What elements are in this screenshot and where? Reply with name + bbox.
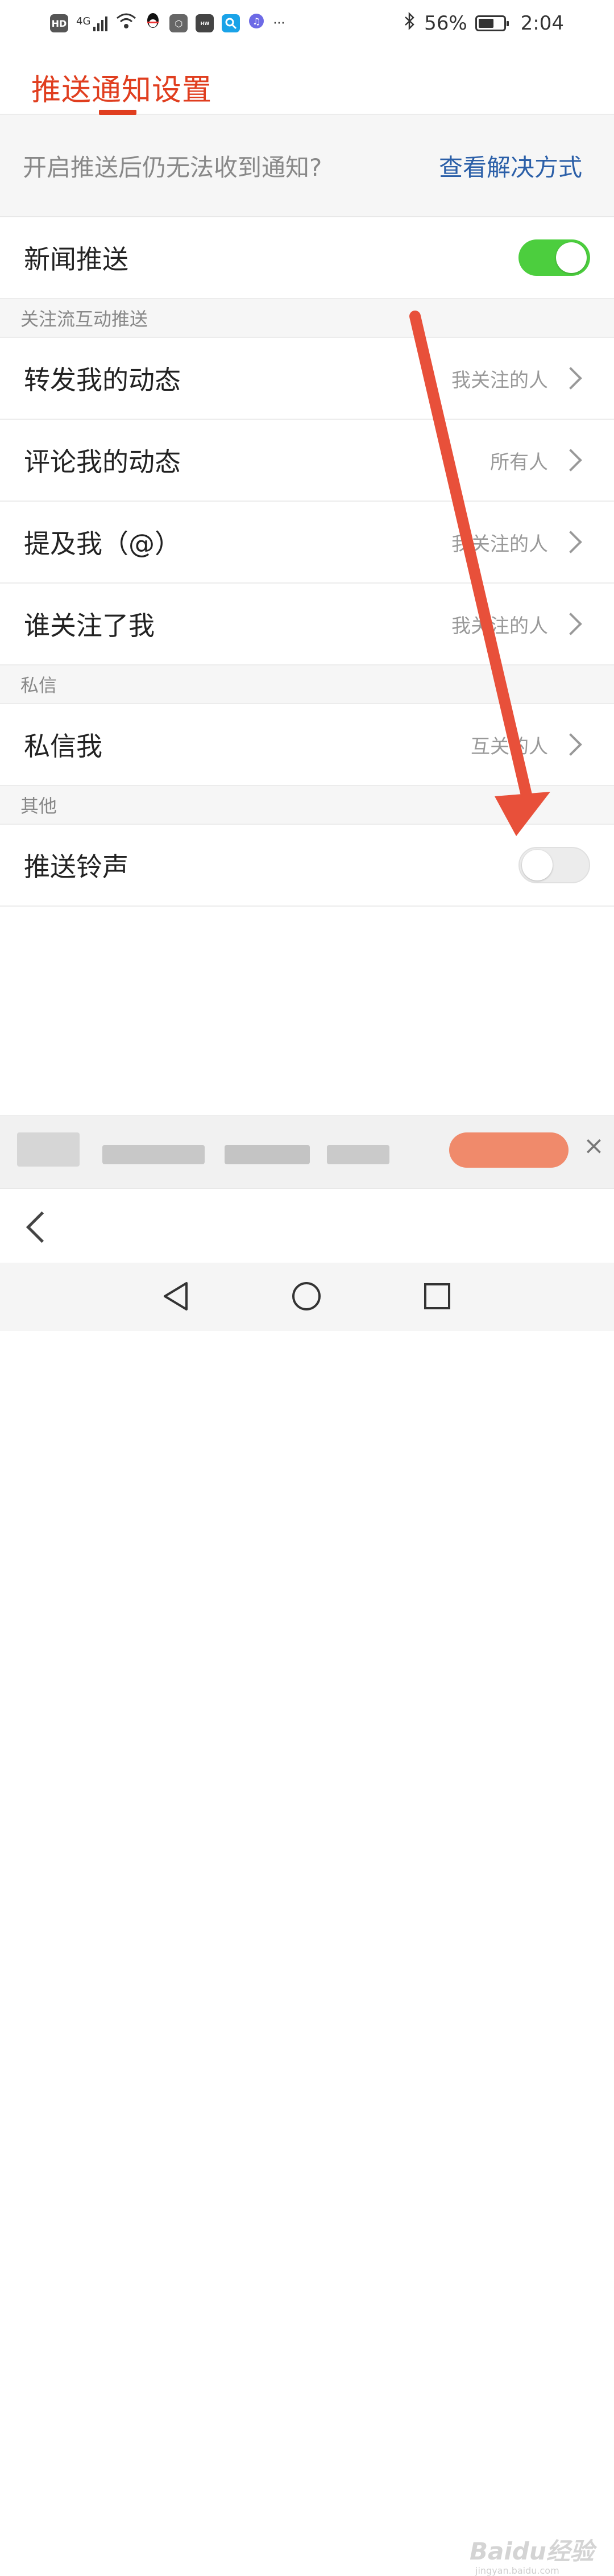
nav-recents-icon[interactable]: [423, 1281, 451, 1312]
view-solution-link[interactable]: 查看解决方式: [439, 148, 582, 183]
ad-blur-block: [225, 1145, 310, 1164]
row-mention[interactable]: 提及我（@） 我关注的人: [0, 502, 614, 584]
title-underline: [99, 110, 136, 115]
nav-back-icon[interactable]: [161, 1281, 190, 1312]
row-private-message[interactable]: 私信我 互关的人: [0, 704, 614, 786]
row-value: 所有人: [490, 450, 548, 474]
row-label: 评论我的动态: [24, 446, 181, 477]
close-icon[interactable]: ×: [583, 1131, 604, 1160]
status-bar: HD 4G ⬡ HW ♫ ··· 56% 2:04: [0, 0, 614, 47]
battery-percent: 56%: [424, 12, 467, 35]
music-icon: ♫: [248, 12, 265, 35]
ad-blur-block: [327, 1145, 389, 1164]
ringtone-toggle[interactable]: [518, 847, 590, 883]
svg-text:♫: ♫: [252, 16, 260, 27]
chevron-right-icon: [559, 613, 582, 635]
row-value: 我关注的人: [451, 369, 548, 392]
clock: 2:04: [520, 12, 564, 35]
ad-blur-block: [17, 1132, 80, 1167]
section-header-interaction: 关注流互动推送: [0, 299, 614, 338]
battery-icon: [475, 15, 509, 31]
row-label: 谁关注了我: [24, 610, 155, 641]
news-push-label: 新闻推送: [24, 244, 128, 275]
chevron-right-icon: [559, 733, 582, 756]
row-comment[interactable]: 评论我的动态 所有人: [0, 420, 614, 502]
ad-banner[interactable]: ×: [0, 1115, 614, 1189]
hd-icon: HD: [50, 14, 68, 32]
signal-label: 4G: [76, 15, 91, 27]
watermark: Baidu经验: [470, 2537, 594, 2565]
huawei-icon: HW: [196, 14, 214, 32]
watermark-sub: jingyan.baidu.com: [475, 2565, 559, 2576]
back-arrow-icon[interactable]: [26, 1211, 58, 1243]
nav-home-icon[interactable]: [291, 1281, 322, 1312]
signal-icon: 4G: [76, 15, 108, 31]
toggle-knob: [556, 242, 587, 273]
section-header-other: 其他: [0, 786, 614, 825]
status-left: HD 4G ⬡ HW ♫ ···: [50, 12, 285, 35]
row-label: 转发我的动态: [24, 365, 181, 395]
section-header-private: 私信: [0, 665, 614, 704]
chevron-right-icon: [559, 449, 582, 472]
row-value: 我关注的人: [451, 532, 548, 556]
ad-cta-button[interactable]: [449, 1132, 569, 1168]
wifi-icon: [116, 12, 136, 35]
ringtone-row[interactable]: 推送铃声: [0, 825, 614, 907]
ad-blur-block: [102, 1145, 205, 1164]
row-label: 私信我: [24, 731, 102, 762]
more-icon: ···: [273, 16, 285, 31]
status-right: 56% 2:04: [404, 11, 564, 35]
bottom-toolbar: [0, 1189, 614, 1263]
row-label: 提及我（@）: [24, 528, 181, 559]
app-icon-hex: ⬡: [169, 14, 188, 32]
news-push-row[interactable]: 新闻推送: [0, 217, 614, 299]
search-app-icon: [222, 14, 240, 32]
row-value: 我关注的人: [451, 614, 548, 638]
row-follow[interactable]: 谁关注了我 我关注的人: [0, 584, 614, 665]
title-bar: 推送通知设置: [0, 47, 614, 115]
system-nav-bar: Baidu经验 jingyan.baidu.com: [0, 1263, 614, 2576]
chevron-right-icon: [559, 531, 582, 553]
page-title[interactable]: 推送通知设置: [31, 66, 212, 109]
row-value: 互关的人: [471, 735, 548, 758]
chevron-right-icon: [559, 367, 582, 390]
bluetooth-icon: [404, 11, 416, 35]
toggle-knob: [522, 850, 553, 880]
row-repost[interactable]: 转发我的动态 我关注的人: [0, 338, 614, 420]
qq-icon: [144, 12, 161, 35]
hint-text: 开启推送后仍无法收到通知?: [23, 153, 322, 181]
news-push-toggle[interactable]: [518, 239, 590, 276]
ringtone-label: 推送铃声: [24, 851, 128, 882]
hint-bar: 开启推送后仍无法收到通知? 查看解决方式: [0, 115, 614, 217]
